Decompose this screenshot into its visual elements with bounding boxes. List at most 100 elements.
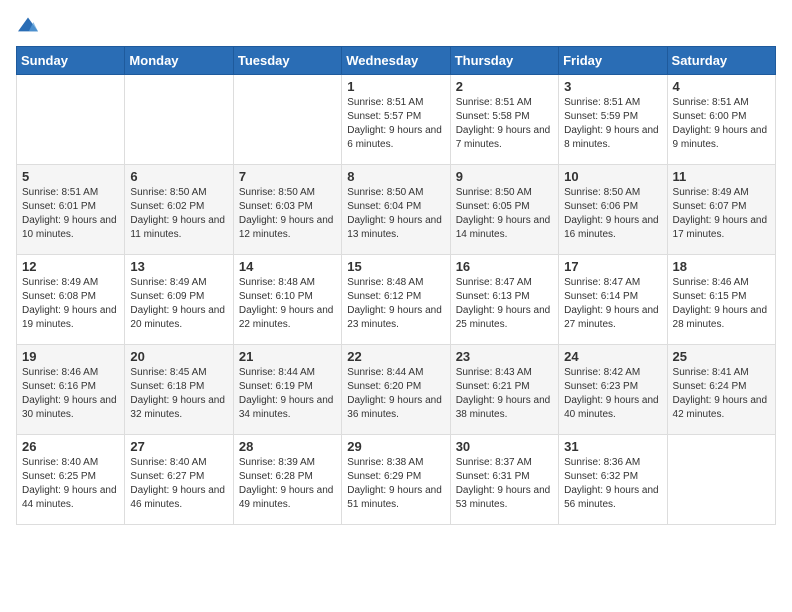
day-info: Sunrise: 8:50 AM Sunset: 6:06 PM Dayligh… (564, 186, 661, 242)
weekday-header: Sunday (17, 47, 125, 75)
day-number: 7 (239, 169, 336, 184)
day-info: Sunrise: 8:49 AM Sunset: 6:08 PM Dayligh… (22, 276, 119, 332)
day-number: 25 (673, 349, 770, 364)
day-number: 29 (347, 439, 444, 454)
day-number: 1 (347, 79, 444, 94)
calendar-cell: 26 Sunrise: 8:40 AM Sunset: 6:25 PM Dayli… (17, 435, 125, 525)
calendar-cell: 23 Sunrise: 8:43 AM Sunset: 6:21 PM Dayli… (450, 345, 558, 435)
day-info: Sunrise: 8:37 AM Sunset: 6:31 PM Dayligh… (456, 456, 553, 512)
day-number: 2 (456, 79, 553, 94)
calendar-cell: 17Sunrise: 8:47 AM Sunset: 6:14 PM Dayli… (559, 255, 667, 345)
day-info: Sunrise: 8:42 AM Sunset: 6:23 PM Dayligh… (564, 366, 661, 422)
day-number: 26 (22, 439, 119, 454)
calendar-cell: 2 Sunrise: 8:51 AM Sunset: 5:58 PM Daylig… (450, 75, 558, 165)
day-number: 28 (239, 439, 336, 454)
calendar-cell (125, 75, 233, 165)
calendar-cell: 3 Sunrise: 8:51 AM Sunset: 5:59 PM Daylig… (559, 75, 667, 165)
day-number: 13 (130, 259, 227, 274)
day-info: Sunrise: 8:50 AM Sunset: 6:05 PM Dayligh… (456, 186, 553, 242)
calendar-cell: 12 Sunrise: 8:49 AM Sunset: 6:08 PM Dayli… (17, 255, 125, 345)
day-info: Sunrise: 8:46 AM Sunset: 6:16 PM Dayligh… (22, 366, 119, 422)
calendar-cell: 9 Sunrise: 8:50 AM Sunset: 6:05 PM Daylig… (450, 165, 558, 255)
calendar-table: SundayMondayTuesdayWednesdayThursdayFrid… (16, 46, 776, 525)
day-info: Sunrise: 8:44 AM Sunset: 6:20 PM Dayligh… (347, 366, 444, 422)
day-number: 21 (239, 349, 336, 364)
day-number: 4 (673, 79, 770, 94)
day-number: 30 (456, 439, 553, 454)
day-info: Sunrise: 8:51 AM Sunset: 5:58 PM Dayligh… (456, 96, 553, 152)
day-info: Sunrise: 8:49 AM Sunset: 6:07 PM Dayligh… (673, 186, 770, 242)
calendar-cell: 7 Sunrise: 8:50 AM Sunset: 6:03 PM Daylig… (233, 165, 341, 255)
calendar-cell (667, 435, 775, 525)
calendar-cell: 29 Sunrise: 8:38 AM Sunset: 6:29 PM Dayli… (342, 435, 450, 525)
day-info: Sunrise: 8:49 AM Sunset: 6:09 PM Dayligh… (130, 276, 227, 332)
calendar-cell: 18Sunrise: 8:46 AM Sunset: 6:15 PM Dayli… (667, 255, 775, 345)
day-info: Sunrise: 8:45 AM Sunset: 6:18 PM Dayligh… (130, 366, 227, 422)
day-number: 19 (22, 349, 119, 364)
weekday-header: Friday (559, 47, 667, 75)
day-number: 9 (456, 169, 553, 184)
day-info: Sunrise: 8:51 AM Sunset: 5:59 PM Dayligh… (564, 96, 661, 152)
day-number: 3 (564, 79, 661, 94)
calendar-cell: 15Sunrise: 8:48 AM Sunset: 6:12 PM Dayli… (342, 255, 450, 345)
logo-icon (16, 16, 40, 36)
day-info: Sunrise: 8:44 AM Sunset: 6:19 PM Dayligh… (239, 366, 336, 422)
day-number: 10 (564, 169, 661, 184)
calendar-cell: 22 Sunrise: 8:44 AM Sunset: 6:20 PM Dayli… (342, 345, 450, 435)
weekday-header: Tuesday (233, 47, 341, 75)
day-info: Sunrise: 8:40 AM Sunset: 6:27 PM Dayligh… (130, 456, 227, 512)
day-number: 15 (347, 259, 444, 274)
day-info: Sunrise: 8:50 AM Sunset: 6:03 PM Dayligh… (239, 186, 336, 242)
day-info: Sunrise: 8:51 AM Sunset: 6:01 PM Dayligh… (22, 186, 119, 242)
day-info: Sunrise: 8:38 AM Sunset: 6:29 PM Dayligh… (347, 456, 444, 512)
calendar-cell (17, 75, 125, 165)
calendar-cell: 1 Sunrise: 8:51 AM Sunset: 5:57 PM Daylig… (342, 75, 450, 165)
weekday-header: Thursday (450, 47, 558, 75)
calendar-cell: 10 Sunrise: 8:50 AM Sunset: 6:06 PM Dayli… (559, 165, 667, 255)
day-number: 23 (456, 349, 553, 364)
day-number: 11 (673, 169, 770, 184)
day-info: Sunrise: 8:50 AM Sunset: 6:02 PM Dayligh… (130, 186, 227, 242)
logo (16, 16, 44, 36)
calendar-cell: 11 Sunrise: 8:49 AM Sunset: 6:07 PM Dayli… (667, 165, 775, 255)
day-info: Sunrise: 8:43 AM Sunset: 6:21 PM Dayligh… (456, 366, 553, 422)
calendar-cell: 16 Sunrise: 8:47 AM Sunset: 6:13 PM Dayli… (450, 255, 558, 345)
calendar-cell: 31Sunrise: 8:36 AM Sunset: 6:32 PM Dayli… (559, 435, 667, 525)
weekday-header: Wednesday (342, 47, 450, 75)
day-info: Sunrise: 8:36 AM Sunset: 6:32 PM Dayligh… (564, 456, 661, 512)
calendar-cell: 24 Sunrise: 8:42 AM Sunset: 6:23 PM Dayli… (559, 345, 667, 435)
calendar-cell: 20 Sunrise: 8:45 AM Sunset: 6:18 PM Dayli… (125, 345, 233, 435)
calendar-cell: 14 Sunrise: 8:48 AM Sunset: 6:10 PM Dayli… (233, 255, 341, 345)
calendar-cell: 28 Sunrise: 8:39 AM Sunset: 6:28 PM Dayli… (233, 435, 341, 525)
day-info: Sunrise: 8:40 AM Sunset: 6:25 PM Dayligh… (22, 456, 119, 512)
calendar-cell: 19 Sunrise: 8:46 AM Sunset: 6:16 PM Dayli… (17, 345, 125, 435)
day-number: 20 (130, 349, 227, 364)
day-number: 6 (130, 169, 227, 184)
day-info: Sunrise: 8:47 AM Sunset: 6:14 PM Dayligh… (564, 276, 661, 332)
day-info: Sunrise: 8:50 AM Sunset: 6:04 PM Dayligh… (347, 186, 444, 242)
day-info: Sunrise: 8:51 AM Sunset: 5:57 PM Dayligh… (347, 96, 444, 152)
weekday-header: Saturday (667, 47, 775, 75)
day-number: 16 (456, 259, 553, 274)
day-number: 5 (22, 169, 119, 184)
day-number: 12 (22, 259, 119, 274)
page-header (16, 16, 776, 36)
day-info: Sunrise: 8:41 AM Sunset: 6:24 PM Dayligh… (673, 366, 770, 422)
weekday-header: Monday (125, 47, 233, 75)
day-number: 27 (130, 439, 227, 454)
calendar-cell: 4Sunrise: 8:51 AM Sunset: 6:00 PM Daylig… (667, 75, 775, 165)
calendar-cell: 30 Sunrise: 8:37 AM Sunset: 6:31 PM Dayli… (450, 435, 558, 525)
calendar-cell: 5 Sunrise: 8:51 AM Sunset: 6:01 PM Daylig… (17, 165, 125, 255)
calendar-cell: 25 Sunrise: 8:41 AM Sunset: 6:24 PM Dayli… (667, 345, 775, 435)
day-info: Sunrise: 8:39 AM Sunset: 6:28 PM Dayligh… (239, 456, 336, 512)
day-info: Sunrise: 8:48 AM Sunset: 6:10 PM Dayligh… (239, 276, 336, 332)
day-info: Sunrise: 8:47 AM Sunset: 6:13 PM Dayligh… (456, 276, 553, 332)
day-number: 18 (673, 259, 770, 274)
day-number: 22 (347, 349, 444, 364)
day-number: 14 (239, 259, 336, 274)
day-number: 24 (564, 349, 661, 364)
calendar-cell: 8 Sunrise: 8:50 AM Sunset: 6:04 PM Daylig… (342, 165, 450, 255)
day-number: 8 (347, 169, 444, 184)
calendar-cell (233, 75, 341, 165)
calendar-cell: 27 Sunrise: 8:40 AM Sunset: 6:27 PM Dayli… (125, 435, 233, 525)
